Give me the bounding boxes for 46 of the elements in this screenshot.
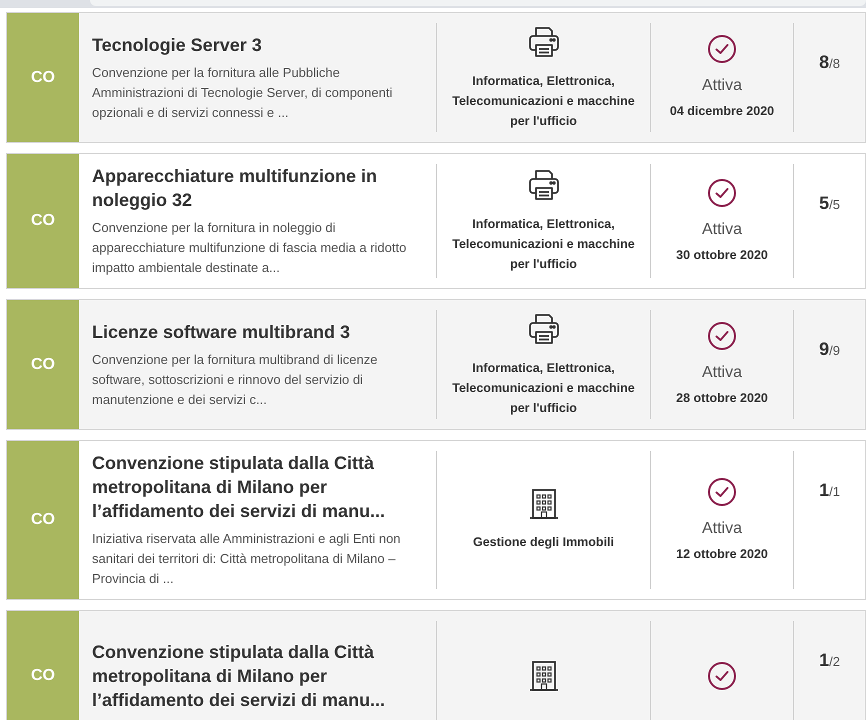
lot-count: 1/2 bbox=[819, 649, 840, 672]
printer-icon bbox=[526, 24, 560, 58]
category-label: Gestione degli Immobili bbox=[473, 534, 614, 551]
check-circle-icon bbox=[707, 476, 737, 507]
lot-count: 9/9 bbox=[819, 338, 840, 361]
status-label: Attiva bbox=[702, 518, 742, 539]
date-label: 12 ottobre 2020 bbox=[676, 546, 768, 563]
type-label: CO bbox=[7, 611, 79, 720]
card-title[interactable]: Tecnologie Server 3 bbox=[92, 32, 423, 56]
type-label: CO bbox=[7, 13, 79, 142]
card-description: Convenzione per la fornitura alle Pubbliche Amministrazioni di Tecnologie Server, di componenti opzionali e di servizi connessi e ... bbox=[92, 64, 394, 122]
card-description: Iniziativa riservata alle Amministrazioni e agli Enti non sanitari dei territori di: Città metropolitana di Milano – Provincia di ... bbox=[92, 530, 402, 588]
card-description: Convenzione per la fornitura multibrand di licenze software, sottoscrizioni e rinnovo del servizio di manutenzione e dei servizi c... bbox=[92, 350, 378, 408]
status-label: Attiva bbox=[702, 76, 742, 96]
convention-card[interactable] bbox=[6, 153, 866, 289]
printer-icon bbox=[526, 168, 560, 202]
type-label: CO bbox=[7, 300, 79, 429]
building-icon bbox=[528, 488, 558, 520]
card-title[interactable]: Convenzione stipulata dalla Città metropolitana di Milano per l’affidamento dei servizi di manu... bbox=[92, 640, 423, 712]
lot-count: 1/1 bbox=[819, 479, 840, 502]
convention-card[interactable] bbox=[6, 12, 866, 143]
date-label: 30 ottobre 2020 bbox=[676, 246, 768, 264]
card-title[interactable]: Licenze software multibrand 3 bbox=[92, 320, 423, 344]
card-title[interactable]: Apparecchiature multifunzione in noleggio 32 bbox=[92, 164, 423, 212]
date-label: 28 ottobre 2020 bbox=[676, 390, 768, 408]
printer-icon bbox=[526, 312, 560, 346]
category-label: Informatica, Elettronica, Telecomunicazioni e macchine per l'ufficio bbox=[451, 216, 636, 273]
category-label: Informatica, Elettronica, Telecomunicazioni e macchine per l'ufficio bbox=[451, 360, 636, 417]
status-label: Attiva bbox=[702, 363, 742, 384]
check-circle-icon bbox=[707, 660, 737, 690]
check-circle-icon bbox=[707, 34, 737, 64]
convention-card[interactable] bbox=[6, 440, 866, 600]
lot-count: 5/5 bbox=[819, 192, 840, 215]
check-circle-icon bbox=[707, 178, 737, 208]
building-icon bbox=[528, 660, 558, 692]
date-label: 04 dicembre 2020 bbox=[670, 103, 774, 120]
convention-card[interactable] bbox=[6, 299, 866, 430]
lot-count: 8/8 bbox=[819, 51, 840, 74]
status-label: Attiva bbox=[702, 220, 742, 240]
card-description: Convenzione per la fornitura in noleggio di apparecchiature multifunzione di fascia media a ridotto impatto ambientale destinate a... bbox=[92, 219, 408, 277]
type-label: CO bbox=[7, 154, 79, 288]
type-label: CO bbox=[7, 441, 79, 599]
check-circle-icon bbox=[707, 321, 737, 352]
category-label: Informatica, Elettronica, Telecomunicazioni e macchine per l'ufficio bbox=[451, 72, 636, 130]
card-title[interactable]: Convenzione stipulata dalla Città metropolitana di Milano per l’affidamento dei servizi di manu... bbox=[92, 451, 423, 523]
convention-card[interactable]: CO Convenzione stipulata dalla Città metropolitana di Milano per l’affidamento dei servizi di manu... 1/2 bbox=[6, 610, 866, 720]
